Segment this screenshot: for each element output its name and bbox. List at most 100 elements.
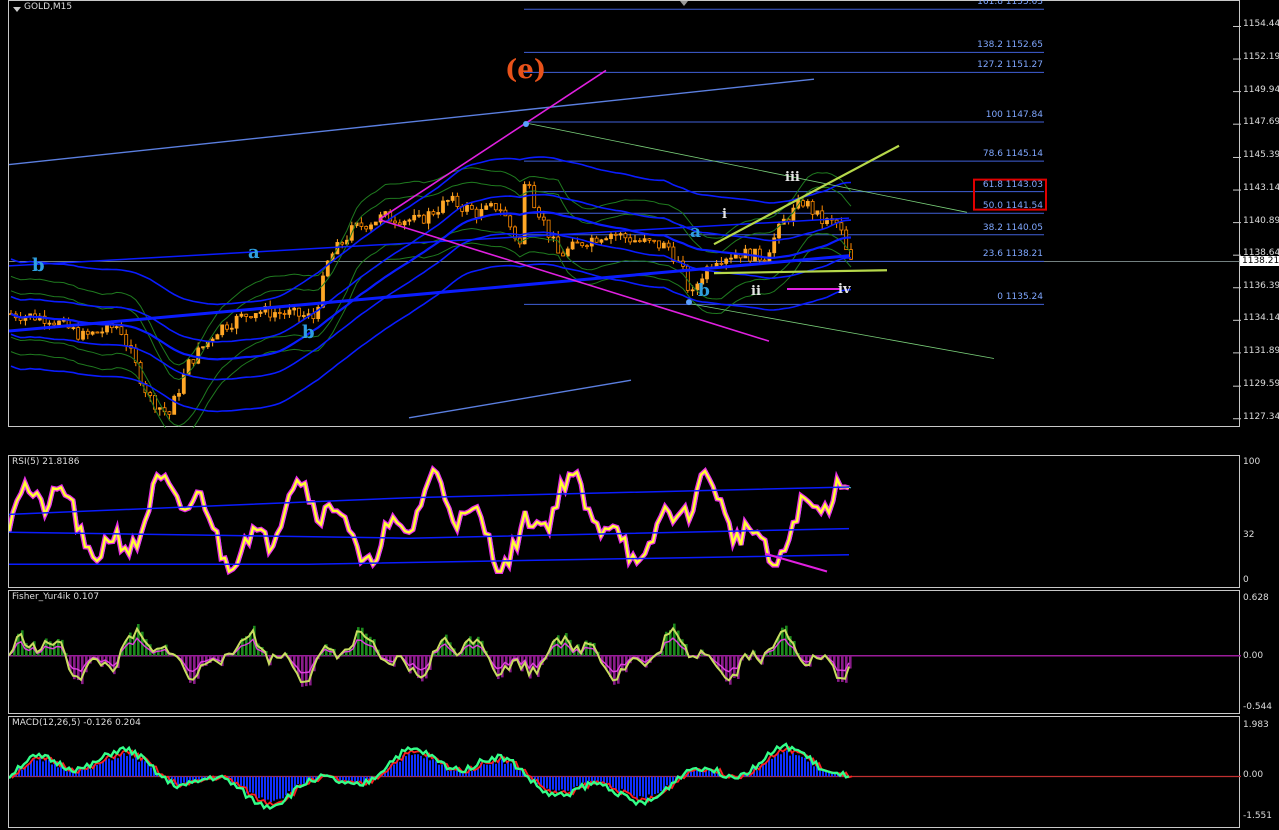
macd-chart-svg[interactable] bbox=[9, 717, 1241, 829]
macd-bar bbox=[420, 755, 422, 777]
macd-bar bbox=[471, 770, 473, 777]
rsi-chart-svg[interactable] bbox=[9, 456, 1241, 589]
price-pane[interactable]: GOLD,M15 1154.44 1152.19 1149.94 1147.69 114… bbox=[0, 0, 1279, 453]
macd-bar bbox=[411, 755, 413, 777]
candle-body bbox=[532, 185, 537, 209]
rsi-glow-line bbox=[9, 464, 850, 576]
candle-body bbox=[258, 311, 263, 314]
candle-body bbox=[191, 359, 196, 364]
candle-body bbox=[575, 241, 580, 244]
macd-bar bbox=[783, 752, 785, 777]
macd-bar bbox=[663, 776, 665, 789]
fib-level-label: 78.6 1145.14 bbox=[982, 149, 1043, 160]
macd-bar bbox=[285, 776, 287, 796]
candle-body bbox=[124, 334, 129, 346]
macd-bar bbox=[240, 776, 242, 786]
macd-bar bbox=[555, 776, 557, 792]
envelope-green-line bbox=[10, 242, 852, 428]
macd-bar bbox=[642, 776, 644, 797]
macd-bar bbox=[429, 760, 431, 777]
candle-body bbox=[397, 222, 402, 226]
wave-label: a bbox=[248, 242, 260, 263]
macd-bar bbox=[825, 771, 827, 777]
price-plot-area[interactable] bbox=[8, 0, 1241, 428]
macd-bar bbox=[63, 769, 65, 777]
macd-plot-area[interactable] bbox=[8, 716, 1241, 829]
macd-bar bbox=[294, 776, 296, 787]
macd-bar bbox=[447, 770, 449, 777]
candle-body bbox=[757, 248, 762, 261]
macd-bar bbox=[495, 763, 497, 777]
macd-bar bbox=[105, 758, 107, 777]
candle-body bbox=[724, 258, 729, 264]
rsi-signal-line bbox=[10, 468, 852, 573]
macd-bar bbox=[432, 759, 434, 777]
macd-bar bbox=[561, 776, 563, 790]
macd-bar bbox=[249, 776, 251, 793]
rsi-pane[interactable]: RSI(5) 21.8186 100 32 0 bbox=[0, 455, 1279, 588]
macd-bar bbox=[507, 761, 509, 777]
macd-bar bbox=[42, 761, 44, 777]
macd-bar bbox=[798, 755, 800, 777]
macd-bar bbox=[132, 758, 134, 777]
macd-bar bbox=[564, 776, 566, 792]
fisher-chart-svg[interactable] bbox=[9, 591, 1241, 715]
macd-bar bbox=[804, 757, 806, 777]
macd-bar bbox=[54, 763, 56, 777]
rsi-plot-area[interactable] bbox=[8, 455, 1240, 588]
fib-level-label: 23.6 1138.21 bbox=[982, 249, 1043, 260]
macd-bar bbox=[108, 758, 110, 777]
candle-body bbox=[81, 330, 85, 340]
price-tick-label: 1131.89 bbox=[1243, 345, 1279, 356]
macd-bar bbox=[654, 776, 656, 795]
candle-body bbox=[172, 395, 177, 415]
macd-bar bbox=[699, 771, 701, 777]
wave-label: iv bbox=[838, 282, 851, 297]
fisher-title: Fisher_Yur4ik 0.107 bbox=[12, 592, 100, 602]
macd-bar bbox=[702, 771, 704, 777]
macd-bar bbox=[36, 760, 38, 777]
price-chart-svg[interactable] bbox=[9, 1, 1241, 428]
candle-body bbox=[450, 195, 455, 201]
candle-body bbox=[201, 346, 205, 349]
fib-level-label: 161.8 1155.63 bbox=[977, 0, 1043, 8]
macd-bar bbox=[813, 766, 815, 777]
macd-bar bbox=[582, 776, 584, 783]
rsi-tick-top: 100 bbox=[1243, 457, 1261, 467]
macd-bar bbox=[150, 767, 152, 777]
pivot-marker bbox=[523, 121, 529, 128]
candle-body bbox=[282, 313, 287, 315]
macd-pane[interactable]: MACD(12,26,5) -0.126 0.204 1.983 0.00 -1… bbox=[0, 716, 1279, 828]
candle-body bbox=[618, 233, 623, 236]
macd-bar bbox=[489, 764, 491, 777]
macd-bar bbox=[27, 764, 29, 777]
macd-bar bbox=[789, 755, 791, 777]
macd-bar bbox=[144, 761, 146, 777]
macd-bar bbox=[426, 756, 428, 777]
candle-body bbox=[234, 315, 239, 329]
collapse-arrow-icon[interactable] bbox=[13, 7, 21, 12]
candle-body bbox=[820, 210, 825, 225]
candle-body bbox=[719, 262, 724, 265]
candle-body bbox=[729, 257, 733, 260]
candle-body bbox=[561, 252, 565, 257]
macd-bar bbox=[357, 776, 359, 781]
macd-bar bbox=[33, 759, 35, 777]
macd-bar bbox=[600, 776, 602, 782]
candle-body bbox=[628, 237, 633, 243]
fisher-plot-area[interactable] bbox=[8, 590, 1241, 715]
macd-bar bbox=[501, 759, 503, 777]
candle-body bbox=[623, 233, 628, 239]
candle-body bbox=[801, 200, 805, 207]
macd-bar bbox=[624, 776, 626, 791]
fib-level-label: 0 1135.24 bbox=[997, 292, 1043, 303]
macd-bar bbox=[75, 773, 77, 777]
candle-body bbox=[647, 238, 652, 241]
fisher-pane[interactable]: Fisher_Yur4ik 0.107 0.628 0.00 -0.544 bbox=[0, 590, 1279, 714]
macd-bar bbox=[393, 764, 395, 777]
candle-body bbox=[402, 220, 407, 226]
macd-bar bbox=[441, 764, 443, 777]
candle-body bbox=[436, 212, 441, 215]
shift-marker-icon[interactable] bbox=[680, 1, 688, 6]
macd-bar bbox=[462, 773, 464, 777]
